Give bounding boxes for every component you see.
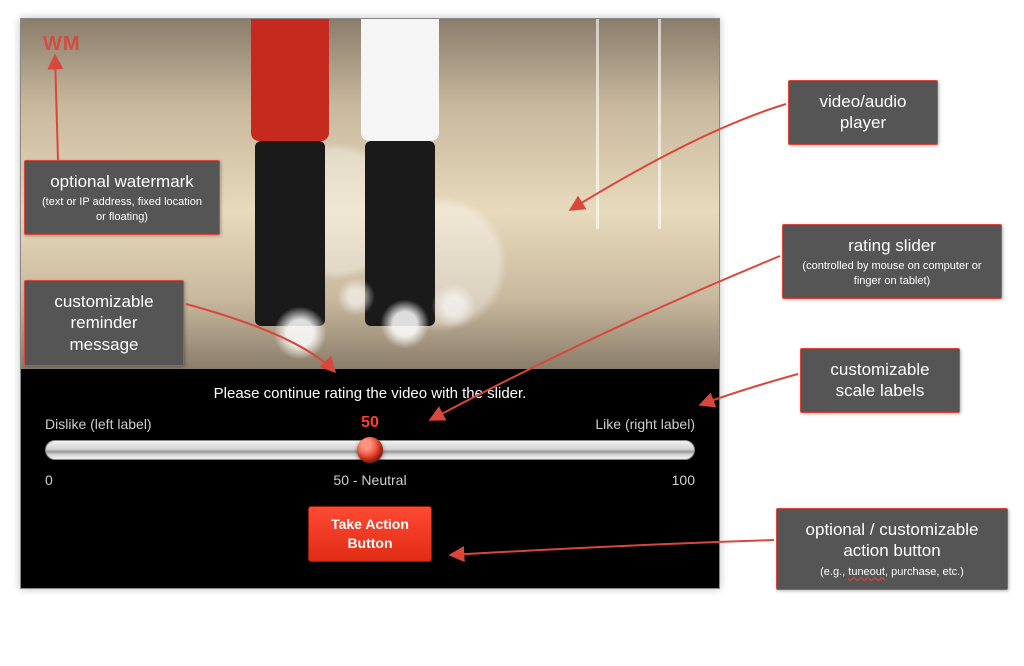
callout-slider: rating slider (controlled by mouse on co…	[782, 224, 1002, 299]
watermark-text: WM	[43, 33, 81, 56]
rating-slider[interactable]	[45, 440, 695, 460]
callout-player: video/audio player	[788, 80, 938, 145]
scale-top-row: Dislike (left label) 50 Like (right labe…	[45, 412, 695, 434]
scale-left-label: Dislike (left label)	[45, 416, 152, 432]
callout-action: optional / customizable action button (e…	[776, 508, 1008, 590]
callout-title: video/audio player	[803, 91, 923, 134]
scale-bottom-row: 0 50 - Neutral 100	[45, 468, 695, 488]
callout-sub: (e.g., tuneout, purchase, etc.)	[791, 565, 993, 579]
reminder-message: Please continue rating the video with th…	[45, 379, 695, 412]
scale-max-label: 100	[672, 472, 695, 488]
callout-title: rating slider	[797, 235, 987, 256]
callout-title: customizable scale labels	[815, 359, 945, 402]
controls-panel: Please continue rating the video with th…	[21, 369, 719, 588]
callout-reminder: customizable reminder message	[24, 280, 184, 366]
scale-current-value: 50	[361, 414, 379, 432]
action-row: Take Action Button	[45, 488, 695, 568]
scale-mid-label: 50 - Neutral	[333, 472, 406, 488]
callout-title: optional / customizable action button	[791, 519, 993, 562]
take-action-button[interactable]: Take Action Button	[308, 506, 432, 562]
scale-min-label: 0	[45, 472, 53, 488]
callout-title: customizable reminder message	[39, 291, 169, 355]
callout-sub: (controlled by mouse on computer or fing…	[797, 259, 987, 288]
callout-scale: customizable scale labels	[800, 348, 960, 413]
callout-title: optional watermark	[39, 171, 205, 192]
callout-watermark: optional watermark (text or IP address, …	[24, 160, 220, 235]
scale-right-label: Like (right label)	[595, 416, 695, 432]
callout-sub: (text or IP address, fixed location or f…	[39, 195, 205, 224]
slider-thumb[interactable]	[357, 437, 383, 463]
